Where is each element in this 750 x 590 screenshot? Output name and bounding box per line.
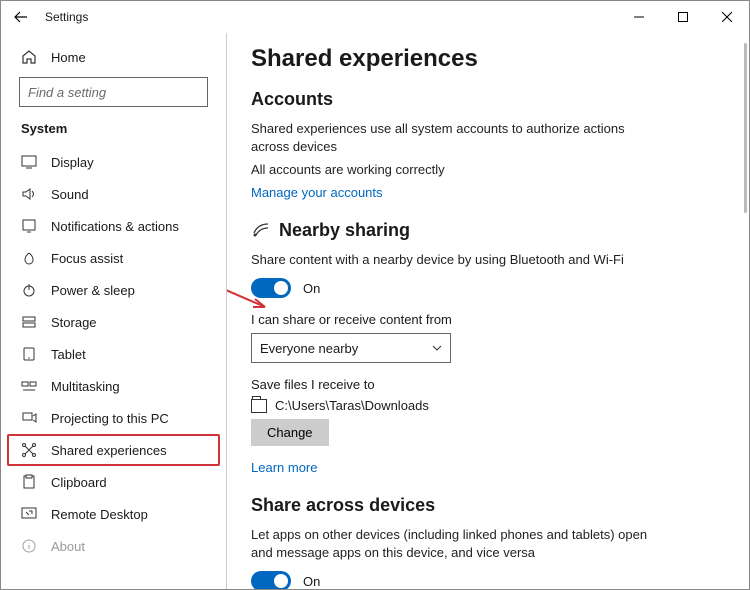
sidebar-item-multitasking[interactable]: Multitasking <box>1 370 226 402</box>
sidebar-item-label: Storage <box>51 315 97 330</box>
body: Home System Display Sound Notifications … <box>1 33 749 589</box>
share-from-select[interactable]: Everyone nearby <box>251 333 451 363</box>
folder-icon <box>251 399 267 413</box>
sidebar-item-label: Focus assist <box>51 251 123 266</box>
sidebar-item-label: Tablet <box>51 347 86 362</box>
nearby-heading-row: Nearby sharing <box>251 220 725 241</box>
nearby-toggle-row: On <box>251 278 725 298</box>
accounts-heading: Accounts <box>251 89 725 110</box>
page-title: Shared experiences <box>251 45 725 73</box>
sidebar-home[interactable]: Home <box>1 41 226 77</box>
change-button[interactable]: Change <box>251 419 329 446</box>
nearby-desc: Share content with a nearby device by us… <box>251 251 651 269</box>
accounts-status: All accounts are working correctly <box>251 161 651 179</box>
sidebar-item-focus-assist[interactable]: Focus assist <box>1 242 226 274</box>
across-desc: Let apps on other devices (including lin… <box>251 526 651 561</box>
sidebar-item-label: Remote Desktop <box>51 507 148 522</box>
multitasking-icon <box>21 378 37 394</box>
scrollbar-thumb[interactable] <box>744 43 747 213</box>
sidebar: Home System Display Sound Notifications … <box>1 33 226 589</box>
minimize-button[interactable] <box>617 1 661 33</box>
tablet-icon <box>21 346 37 362</box>
maximize-icon <box>678 12 688 22</box>
sidebar-item-label: Sound <box>51 187 89 202</box>
sidebar-item-remote-desktop[interactable]: Remote Desktop <box>1 498 226 530</box>
save-path: C:\Users\Taras\Downloads <box>275 398 429 413</box>
across-toggle-row: On <box>251 571 725 589</box>
sidebar-item-label: Notifications & actions <box>51 219 179 234</box>
sidebar-item-notifications[interactable]: Notifications & actions <box>1 210 226 242</box>
window-controls <box>617 1 749 33</box>
sidebar-item-label: Shared experiences <box>51 443 167 458</box>
sidebar-item-about[interactable]: About <box>1 530 226 562</box>
across-toggle[interactable] <box>251 571 291 589</box>
titlebar: Settings <box>1 1 749 33</box>
save-files-label: Save files I receive to <box>251 377 725 392</box>
content-pane: Shared experiences Accounts Shared exper… <box>226 33 749 589</box>
clipboard-icon <box>21 474 37 490</box>
sidebar-item-label: Multitasking <box>51 379 120 394</box>
share-from-value: Everyone nearby <box>260 341 358 356</box>
notifications-icon <box>21 218 37 234</box>
sidebar-item-display[interactable]: Display <box>1 146 226 178</box>
projecting-icon <box>21 410 37 426</box>
across-toggle-label: On <box>303 574 320 589</box>
back-arrow-icon <box>14 10 28 24</box>
nearby-sharing-icon <box>251 220 271 240</box>
sidebar-item-projecting[interactable]: Projecting to this PC <box>1 402 226 434</box>
about-icon <box>21 538 37 554</box>
sidebar-item-storage[interactable]: Storage <box>1 306 226 338</box>
search-input-wrapper[interactable] <box>19 77 208 107</box>
power-icon <box>21 282 37 298</box>
titlebar-left: Settings <box>9 5 88 29</box>
across-heading: Share across devices <box>251 495 725 516</box>
accounts-desc: Shared experiences use all system accoun… <box>251 120 651 155</box>
share-from-label: I can share or receive content from <box>251 312 725 327</box>
nearby-heading: Nearby sharing <box>279 220 410 241</box>
manage-accounts-link[interactable]: Manage your accounts <box>251 185 383 200</box>
nearby-toggle-label: On <box>303 281 320 296</box>
focus-assist-icon <box>21 250 37 266</box>
close-button[interactable] <box>705 1 749 33</box>
sidebar-item-sound[interactable]: Sound <box>1 178 226 210</box>
sidebar-item-shared-experiences[interactable]: Shared experiences <box>7 434 220 466</box>
save-path-row: C:\Users\Taras\Downloads <box>251 398 725 413</box>
sidebar-item-clipboard[interactable]: Clipboard <box>1 466 226 498</box>
sidebar-item-label: Projecting to this PC <box>51 411 169 426</box>
close-icon <box>722 12 732 22</box>
sidebar-item-label: Power & sleep <box>51 283 135 298</box>
display-icon <box>21 154 37 170</box>
learn-more-link[interactable]: Learn more <box>251 460 317 475</box>
sound-icon <box>21 186 37 202</box>
sidebar-item-label: About <box>51 539 85 554</box>
sidebar-item-label: Display <box>51 155 94 170</box>
maximize-button[interactable] <box>661 1 705 33</box>
sidebar-section-header: System <box>1 121 226 146</box>
back-button[interactable] <box>9 5 33 29</box>
window-title: Settings <box>45 10 88 24</box>
sidebar-home-label: Home <box>51 50 86 65</box>
storage-icon <box>21 314 37 330</box>
nearby-toggle[interactable] <box>251 278 291 298</box>
shared-experiences-icon <box>21 442 37 458</box>
sidebar-item-tablet[interactable]: Tablet <box>1 338 226 370</box>
remote-desktop-icon <box>21 506 37 522</box>
minimize-icon <box>634 12 644 22</box>
chevron-down-icon <box>432 345 442 351</box>
home-icon <box>21 49 37 65</box>
sidebar-item-label: Clipboard <box>51 475 107 490</box>
settings-window: Settings Home System Display Sound Notif… <box>0 0 750 590</box>
sidebar-item-power-sleep[interactable]: Power & sleep <box>1 274 226 306</box>
search-input[interactable] <box>28 85 204 100</box>
